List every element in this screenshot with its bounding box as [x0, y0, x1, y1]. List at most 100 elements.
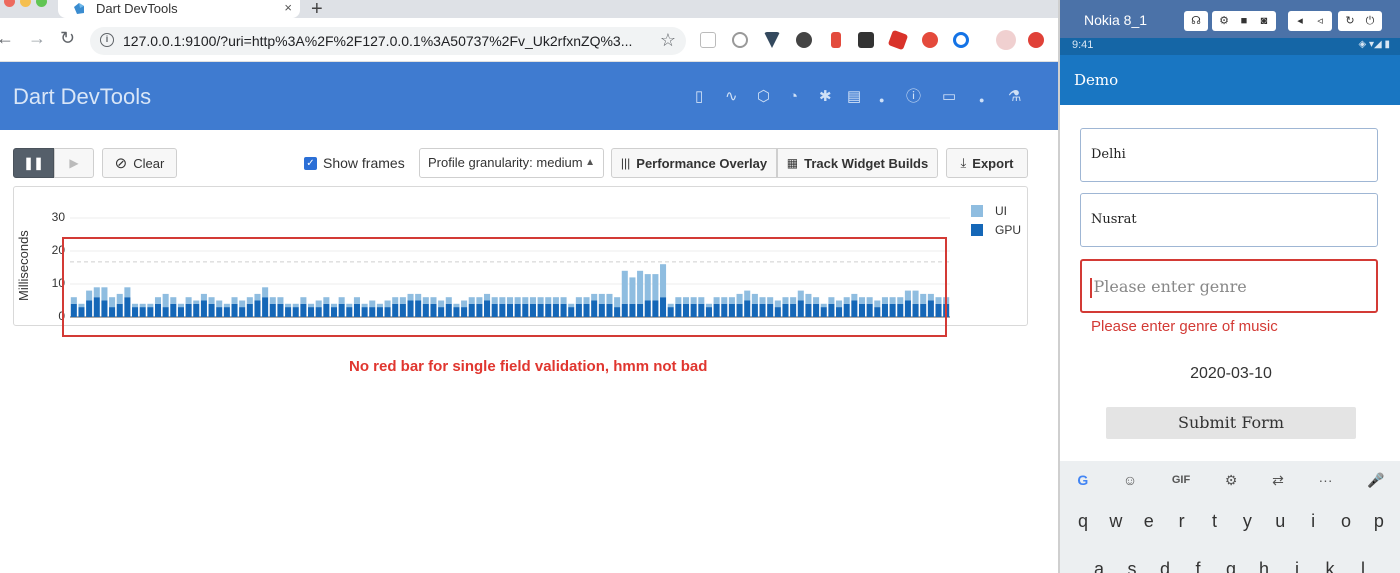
submit-form-button[interactable]: Submit Form: [1106, 407, 1356, 439]
keyboard-settings-icon[interactable]: ⚙: [1225, 472, 1238, 489]
genre-field[interactable]: Please enter genre: [1080, 259, 1378, 313]
window-zoom-button[interactable]: [36, 0, 47, 7]
info-icon[interactable]: ⓘ: [906, 89, 921, 104]
reload-button[interactable]: ↻: [60, 28, 75, 49]
site-info-icon[interactable]: i: [100, 33, 114, 47]
date-text[interactable]: 2020-03-10: [1060, 365, 1400, 383]
forward-button[interactable]: →: [28, 28, 46, 49]
extension-icon[interactable]: [858, 32, 874, 48]
power-icon[interactable]: ⏻: [1361, 13, 1379, 29]
key[interactable]: e: [1134, 511, 1164, 532]
back-button[interactable]: ←: [0, 28, 14, 49]
status-time: 9:41: [1072, 39, 1094, 51]
phone-emulator: Nokia 8_1 ☊ ⚙ ■ ◙ ◂ ◃ ↻ ⏻ 9:41 ◈ ▾◢ ▮ De…: [1058, 0, 1400, 573]
app-bar: Demo: [1060, 55, 1400, 105]
bug-icon[interactable]: ✱: [819, 89, 832, 104]
key[interactable]: w: [1101, 511, 1131, 532]
clipboard-icon[interactable]: ▤: [847, 89, 861, 104]
dot-icon: ●: [879, 95, 885, 105]
key[interactable]: s: [1117, 559, 1147, 573]
widget-icon: ▦: [786, 156, 799, 170]
headset-icon[interactable]: ☊: [1187, 13, 1205, 29]
legend-item-gpu: GPU: [971, 223, 1021, 237]
key[interactable]: j: [1282, 559, 1312, 573]
extension-icon[interactable]: [732, 32, 748, 48]
key[interactable]: i: [1298, 511, 1328, 532]
sticker-icon[interactable]: ☺: [1123, 472, 1137, 488]
devtools-title: Dart DevTools: [13, 84, 152, 109]
volume-down-icon[interactable]: ◂: [1291, 13, 1309, 29]
performance-overlay-button[interactable]: ||| Performance Overlay: [611, 148, 777, 178]
y-axis-title: Milliseconds: [16, 217, 34, 301]
vue-devtools-icon[interactable]: [764, 32, 780, 48]
keyboard-suggestion-bar: G ☺ GIF ⚙ ⇄ ··· 🎤: [1060, 461, 1400, 499]
keyboard-row: a s d f g h j k l: [1084, 559, 1378, 573]
key[interactable]: f: [1183, 559, 1213, 573]
extension-icon[interactable]: [1028, 32, 1044, 48]
window-minimize-button[interactable]: [20, 0, 31, 7]
key[interactable]: q: [1068, 511, 1098, 532]
show-frames-label: Show frames: [323, 155, 405, 171]
key[interactable]: u: [1265, 511, 1295, 532]
key[interactable]: r: [1167, 511, 1197, 532]
rotate-icon[interactable]: ↻: [1341, 13, 1359, 29]
key[interactable]: l: [1348, 559, 1378, 573]
bars-icon: |||: [620, 156, 631, 170]
extension-icon[interactable]: [922, 32, 938, 48]
profile-granularity-select[interactable]: Profile granularity: medium ▲▼: [419, 148, 604, 196]
name-value: Nusrat: [1091, 212, 1137, 227]
more-icon[interactable]: ···: [1319, 472, 1333, 488]
mic-icon[interactable]: 🎤: [1367, 472, 1384, 489]
name-field[interactable]: Nusrat: [1080, 193, 1378, 247]
tab-strip: Dart DevTools × +: [0, 0, 1058, 20]
legend-swatch-ui: [971, 205, 983, 217]
gif-icon[interactable]: GIF: [1172, 474, 1190, 486]
lighthouse-icon[interactable]: [831, 32, 841, 48]
window-close-button[interactable]: [4, 0, 15, 7]
city-value: Delhi: [1091, 147, 1126, 162]
pause-button[interactable]: ❚❚: [13, 148, 54, 178]
key[interactable]: o: [1331, 511, 1361, 532]
address-bar[interactable]: i 127.0.0.1:9100/?uri=http%3A%2F%2F127.0…: [90, 27, 686, 55]
translate-icon[interactable]: ⇄: [1272, 472, 1284, 489]
volume-up-icon[interactable]: ◃: [1311, 13, 1329, 29]
comment-icon[interactable]: ▭: [942, 89, 956, 104]
key[interactable]: d: [1150, 559, 1180, 573]
extension-icon[interactable]: [796, 32, 812, 48]
extension-icon[interactable]: [887, 29, 909, 51]
grammarly-icon[interactable]: [953, 32, 969, 48]
key[interactable]: y: [1232, 511, 1262, 532]
device-icon[interactable]: ▯: [695, 89, 703, 104]
avatar[interactable]: [996, 30, 1016, 50]
bookmark-star-icon[interactable]: ☆: [660, 30, 676, 51]
city-field[interactable]: Delhi: [1080, 128, 1378, 182]
tab-dart-devtools[interactable]: Dart DevTools ×: [58, 0, 300, 18]
key[interactable]: g: [1216, 559, 1246, 573]
camera-icon[interactable]: ◙: [1255, 13, 1273, 29]
key[interactable]: p: [1364, 511, 1394, 532]
export-button[interactable]: ⤓ Export: [946, 148, 1028, 178]
video-icon[interactable]: ■: [1235, 13, 1253, 29]
checkbox-checked-icon[interactable]: ✓: [304, 156, 317, 170]
tab-close-icon[interactable]: ×: [284, 0, 292, 15]
pulse-icon[interactable]: ∿: [725, 89, 738, 104]
highlight-box: [62, 237, 947, 337]
flask-icon[interactable]: ⚗: [1008, 89, 1021, 104]
show-frames-toggle[interactable]: ✓ Show frames: [304, 155, 405, 171]
devtools-header: Dart DevTools ▯ ∿ ⬡ ◔ ✱ ▤ ● ⓘ ▭ ● ⚗: [0, 62, 1058, 130]
key[interactable]: k: [1315, 559, 1345, 573]
key[interactable]: a: [1084, 559, 1114, 573]
download-icon: ⤓: [960, 155, 967, 170]
google-icon[interactable]: G: [1077, 472, 1088, 488]
track-widget-builds-button[interactable]: ▦ Track Widget Builds: [777, 148, 938, 178]
settings-icon[interactable]: ⚙: [1215, 13, 1233, 29]
emu-control-group: ☊: [1184, 11, 1208, 31]
key[interactable]: t: [1200, 511, 1230, 532]
clear-button[interactable]: ⊘ Clear: [102, 148, 177, 178]
key[interactable]: h: [1249, 559, 1279, 573]
timer-icon[interactable]: ◔: [789, 89, 798, 104]
extension-icon[interactable]: [700, 32, 716, 48]
legend-label-gpu: GPU: [995, 223, 1022, 237]
cube-icon[interactable]: ⬡: [757, 89, 770, 104]
resume-button[interactable]: ▶: [54, 148, 94, 178]
